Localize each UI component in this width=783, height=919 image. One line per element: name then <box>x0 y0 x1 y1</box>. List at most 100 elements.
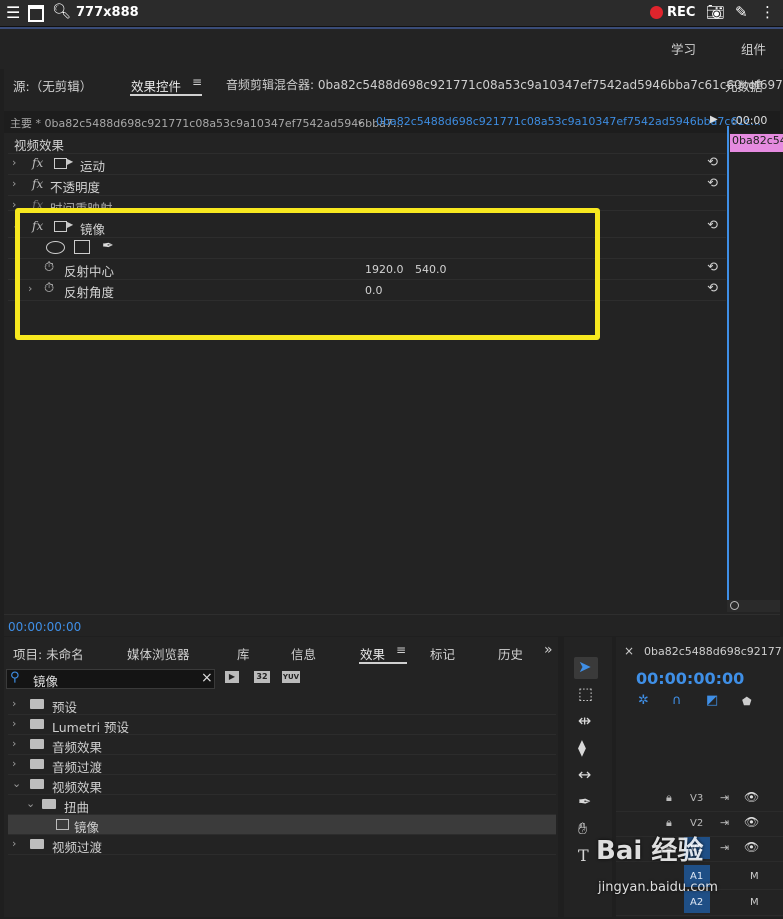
accelerated-effects-icon[interactable]: ▶ <box>225 671 239 683</box>
scroll-handle-icon[interactable] <box>730 601 739 610</box>
snap-magnet-icon[interactable]: ∩ <box>672 693 682 708</box>
clip-name-label[interactable]: 0ba82c5488d698c921771c08a53c9a10347ef754… <box>376 115 761 128</box>
tree-item-lumetri[interactable]: › Lumetri 预设 <box>8 715 556 735</box>
32bit-effects-icon[interactable]: 32 <box>254 671 270 683</box>
tab-history[interactable]: 历史 <box>498 644 522 663</box>
close-sequence-icon[interactable]: × <box>624 644 634 658</box>
tree-item-distort[interactable]: ⌄ 扭曲 <box>8 795 556 815</box>
chevron-right-icon[interactable]: › <box>12 697 16 710</box>
eye-icon[interactable]: 👁︎ <box>744 815 759 829</box>
workspace-components[interactable]: 组件 <box>741 39 766 58</box>
sync-lock-icon[interactable]: ⇥ <box>720 816 729 829</box>
tree-item-audio-effects[interactable]: › 音频效果 <box>8 735 556 755</box>
chevron-right-icon[interactable]: › <box>12 177 16 190</box>
tree-item-mirror[interactable]: 镜像 <box>8 815 556 835</box>
clip-header-row: 主要 * 0ba82c5488d698c921771c08a53c9a10347… <box>4 111 780 133</box>
chevron-right-icon[interactable]: › <box>12 837 16 850</box>
playhead-line[interactable] <box>727 126 729 600</box>
eye-icon[interactable]: 👁︎ <box>744 790 759 804</box>
fx-icon[interactable]: fx <box>32 177 43 191</box>
track-select-tool-icon[interactable]: ⬚ <box>578 684 593 703</box>
more-icon[interactable]: ⋮ <box>760 3 775 21</box>
reset-icon[interactable]: ⟲ <box>707 176 718 191</box>
workspace-learn[interactable]: 学习 <box>671 39 696 58</box>
preset-folder-icon <box>30 699 44 709</box>
clip-dropdown-chevron-icon[interactable]: ⌄ <box>356 114 365 127</box>
chevron-down-icon[interactable]: ⌄ <box>12 777 21 790</box>
mini-clip-bar[interactable]: 0ba82c54 <box>730 134 783 152</box>
camera-icon[interactable]: 📷︎ <box>706 3 725 21</box>
tab-media-browser[interactable]: 媒体浏览器 <box>127 644 190 663</box>
tab-project[interactable]: 项目: 未命名 <box>13 644 84 663</box>
selection-tool-icon[interactable]: ➤ <box>578 657 591 676</box>
mute-button[interactable]: M <box>750 897 759 908</box>
window-icon[interactable] <box>28 5 44 22</box>
system-toolbar: ☰ 🔍︎ 777x888 REC 📷︎ ✎ ⋮ <box>0 0 783 27</box>
lock-icon[interactable]: 🔒︎ <box>666 791 672 805</box>
chevron-right-icon[interactable]: › <box>12 717 16 730</box>
sequence-tab[interactable]: 0ba82c5488d698c921771c08a53c9a10347ef <box>644 645 783 658</box>
chevron-right-icon[interactable]: › <box>12 156 16 169</box>
tab-info[interactable]: 信息 <box>291 644 316 663</box>
tab-markers[interactable]: 标记 <box>430 644 455 663</box>
eye-icon[interactable]: 👁︎ <box>744 840 759 854</box>
tree-item-audio-transitions[interactable]: › 音频过渡 <box>8 755 556 775</box>
tree-item-video-effects[interactable]: ⌄ 视频效果 <box>8 775 556 795</box>
mute-button[interactable]: M <box>750 871 759 882</box>
active-tab-underline <box>130 94 202 96</box>
tree-item-presets[interactable]: › 预设 <box>8 695 556 715</box>
tab-effect-controls[interactable]: 效果控件 <box>131 76 181 95</box>
nest-toggle-icon[interactable]: ✲ <box>638 693 649 708</box>
video-effects-header: 视频效果 <box>8 133 726 154</box>
reset-icon[interactable]: ⟲ <box>707 281 718 296</box>
reset-icon[interactable]: ⟲ <box>707 260 718 275</box>
effect-row-motion[interactable]: › fx ▶ 运动 ⟲ <box>8 154 726 175</box>
yuv-effects-icon[interactable]: YUV <box>282 671 300 683</box>
effects-search-field[interactable]: ⚲ 镜像 × <box>6 669 215 689</box>
tree-label: 镜像 <box>74 820 100 835</box>
clear-search-icon[interactable]: × <box>201 670 213 686</box>
record-dot-icon[interactable] <box>650 6 663 19</box>
tree-item-video-transitions[interactable]: › 视频过渡 <box>8 835 556 855</box>
rec-button[interactable]: REC <box>667 5 695 20</box>
sync-lock-icon[interactable]: ⇥ <box>720 791 729 804</box>
tab-library[interactable]: 库 <box>237 644 250 663</box>
transform-arrow-icon: ▶ <box>67 157 74 166</box>
search-icon[interactable]: 🔍︎ <box>52 2 71 20</box>
tab-source[interactable]: 源:（无剪辑） <box>13 76 92 95</box>
chevron-right-icon[interactable]: › <box>12 757 16 770</box>
timeline-timecode[interactable]: 00:00:00:00 <box>636 669 744 688</box>
window-title: 777x888 <box>76 5 139 20</box>
tab-metadata[interactable]: 元数据 <box>725 76 763 95</box>
hamburger-menu-icon[interactable]: ☰ <box>6 3 20 22</box>
tabs-overflow-button[interactable]: » <box>544 642 553 658</box>
razor-tool-icon[interactable]: ⧫ <box>578 738 586 757</box>
search-input[interactable]: 镜像 <box>33 671 58 690</box>
type-tool-icon[interactable]: T <box>578 846 589 865</box>
fx-icon[interactable]: fx <box>32 156 43 170</box>
mini-scrollbar[interactable] <box>727 600 780 612</box>
add-marker-icon[interactable]: ⬟ <box>742 695 752 708</box>
pen-tool-icon[interactable]: ✒ <box>578 792 591 811</box>
slip-tool-icon[interactable]: ↔ <box>578 765 591 784</box>
reset-icon[interactable]: ⟲ <box>707 218 718 233</box>
chevron-right-icon[interactable]: › <box>12 737 16 750</box>
effect-row-opacity[interactable]: › fx 不透明度 ⟲ <box>8 175 726 196</box>
folder-icon <box>30 739 44 749</box>
play-triangle-icon[interactable]: ▶ <box>710 114 718 125</box>
master-clip-label[interactable]: 主要 * 0ba82c5488d698c921771c08a53c9a10347… <box>10 115 403 131</box>
motion-label: 运动 <box>80 159 106 174</box>
track-row-v3[interactable]: 🔒︎ V3 ⇥ 👁︎ <box>616 787 783 812</box>
tab-menu-icon[interactable]: ≡ <box>396 643 406 657</box>
linked-selection-icon[interactable]: ◩ <box>706 693 718 708</box>
reset-icon[interactable]: ⟲ <box>707 155 718 170</box>
ripple-edit-tool-icon[interactable]: ⇹ <box>578 711 591 730</box>
ec-timecode[interactable]: 00:00:00:00 <box>8 620 81 634</box>
chevron-down-icon[interactable]: ⌄ <box>26 797 35 810</box>
tab-effects[interactable]: 效果 <box>360 644 385 663</box>
hand-tool-icon[interactable]: ✋︎ <box>578 819 587 839</box>
tab-audio-clip-mixer[interactable]: 音频剪辑混合器: 0ba82c5488d698c921771c08a53c9a1… <box>226 76 783 93</box>
tab-menu-icon[interactable]: ≡ <box>192 75 202 89</box>
pen-icon[interactable]: ✎ <box>735 3 748 21</box>
lock-icon[interactable]: 🔒︎ <box>666 816 672 830</box>
